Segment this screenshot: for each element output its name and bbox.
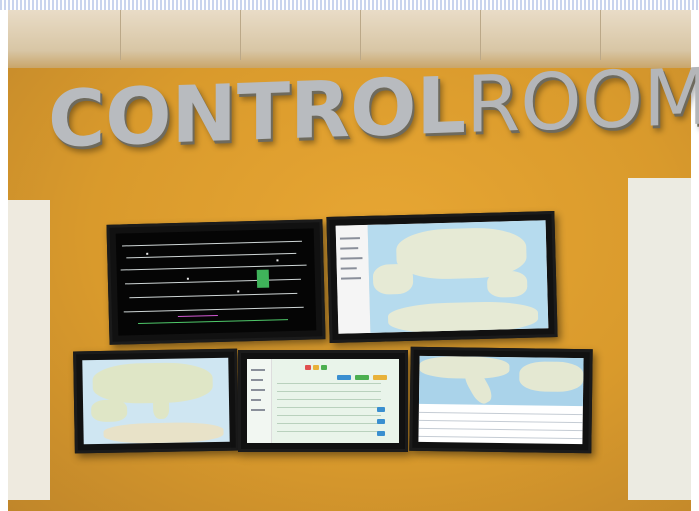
sidebar-item <box>339 237 360 240</box>
sidebar-item <box>340 257 363 260</box>
map-land-italy <box>152 394 170 420</box>
table-row <box>277 383 381 384</box>
table-row <box>418 435 583 440</box>
screen-europe-map-app <box>326 211 558 343</box>
table-row <box>418 427 583 432</box>
europe-map-icon <box>335 220 549 334</box>
ceiling-tile-seam <box>240 10 241 60</box>
wall-panel-right <box>628 178 691 500</box>
station-dot <box>186 277 189 280</box>
table-row <box>277 423 381 424</box>
map-land-europe <box>92 362 214 405</box>
sidebar-item <box>340 267 357 270</box>
map-land-turkey <box>486 270 528 298</box>
track-line <box>120 264 307 271</box>
map-land-africa <box>103 421 224 444</box>
sidebar-item <box>251 369 265 371</box>
station-dot <box>237 290 240 293</box>
app-sidebar <box>335 224 372 334</box>
ceiling-tile-seam <box>360 10 361 60</box>
screen-dashboard <box>238 350 408 452</box>
track-line <box>125 278 301 285</box>
dashboard-table-icon <box>247 359 399 443</box>
status-pill <box>313 365 319 370</box>
image-border <box>0 0 699 10</box>
status-pill <box>321 365 327 370</box>
table-row <box>277 399 381 400</box>
europe-map-icon <box>82 357 230 445</box>
station-dot <box>276 259 279 262</box>
sidebar-item <box>251 379 263 381</box>
row-action-button <box>377 431 385 436</box>
status-pill <box>337 375 351 380</box>
station-dot <box>146 252 149 255</box>
sidebar-item <box>251 409 265 411</box>
track-line-occupied <box>138 319 289 325</box>
screen-italy-map <box>409 346 593 454</box>
photo: CONTROLROOM <box>0 0 699 511</box>
signal-block <box>256 269 270 288</box>
ceiling-tile-seam <box>120 10 121 60</box>
table-row <box>277 407 381 408</box>
status-pill <box>305 365 311 370</box>
table-row <box>418 411 583 416</box>
table-row <box>277 415 381 416</box>
track-line <box>126 252 297 259</box>
status-pill <box>373 375 387 380</box>
row-action-button <box>377 419 385 424</box>
table-row <box>277 431 381 432</box>
map-land-balkans <box>519 361 584 393</box>
track-diagram-icon <box>115 228 317 336</box>
sidebar-item <box>251 389 265 391</box>
italy-map-icon <box>418 355 584 445</box>
sidebar-item <box>251 399 261 401</box>
track-line <box>129 292 298 299</box>
track-line-reserved <box>177 314 218 318</box>
app-sidebar <box>247 359 272 443</box>
sign-text-room: ROOM <box>466 52 699 151</box>
table-row <box>277 391 381 392</box>
screen-track-diagram <box>106 219 326 345</box>
wall-panel-left <box>8 200 50 500</box>
ceiling-tile-seam <box>480 10 481 60</box>
row-action-button <box>377 407 385 412</box>
track-line <box>122 240 302 247</box>
map-land-iberia <box>372 263 414 295</box>
control-room-sign: CONTROLROOM <box>48 50 699 171</box>
track-line <box>123 306 304 313</box>
sign-text-control: CONTROL <box>48 60 467 166</box>
status-pill <box>355 375 369 380</box>
sidebar-item <box>340 277 362 280</box>
map-land-iberia <box>90 399 128 423</box>
sidebar-item <box>340 247 359 250</box>
table-row <box>418 419 583 424</box>
screen-europe-map <box>73 348 239 454</box>
